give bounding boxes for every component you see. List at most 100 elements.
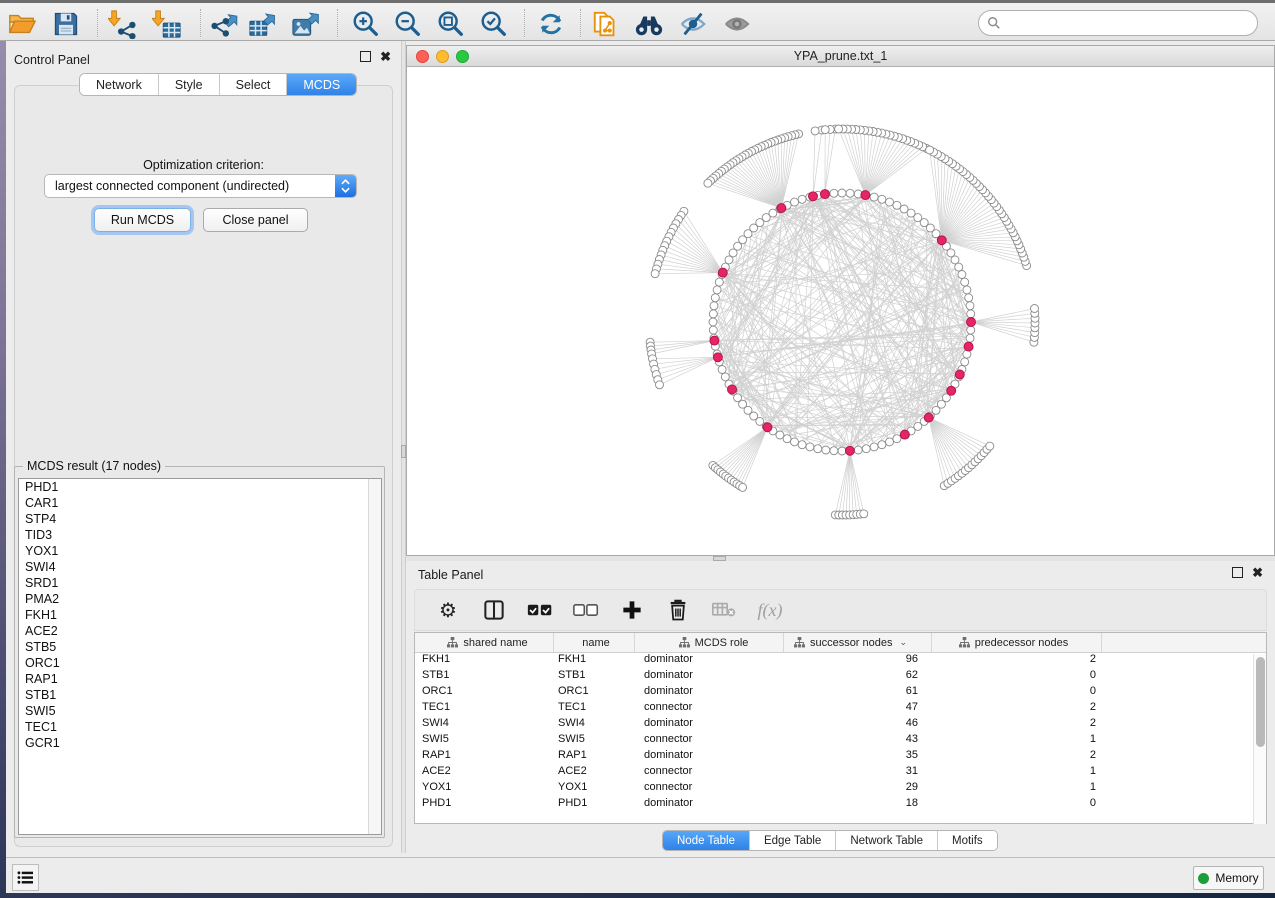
- column-header-mcds-role[interactable]: MCDS role: [635, 633, 784, 652]
- mcds-result-item[interactable]: SWI4: [19, 559, 381, 575]
- mcds-result-item[interactable]: SWI5: [19, 703, 381, 719]
- tab-node-table[interactable]: Node Table: [663, 831, 750, 850]
- column-settings-icon[interactable]: ⚙: [435, 597, 461, 623]
- add-column-icon[interactable]: [619, 597, 645, 623]
- status-bar: Memory: [6, 857, 1275, 893]
- table-row[interactable]: SWI5SWI5connector431: [415, 733, 1266, 749]
- import-table-icon[interactable]: [150, 7, 184, 40]
- table-cell: 29: [784, 781, 932, 797]
- zoom-out-icon[interactable]: [391, 7, 425, 40]
- mcds-result-item[interactable]: ORC1: [19, 655, 381, 671]
- mcds-result-item[interactable]: FKH1: [19, 607, 381, 623]
- duplicate-network-icon[interactable]: [589, 7, 623, 40]
- deselect-all-checkboxes-icon[interactable]: [573, 597, 599, 623]
- tab-network-table[interactable]: Network Table: [836, 831, 938, 850]
- hide-selected-icon[interactable]: [676, 7, 710, 40]
- desktop: Control Panel ✖ Network Style Select MCD…: [0, 0, 1275, 898]
- float-panel-icon[interactable]: [360, 51, 371, 62]
- zoom-fit-icon[interactable]: [434, 7, 468, 40]
- open-file-icon[interactable]: [5, 7, 39, 40]
- table-row[interactable]: TEC1TEC1connector472: [415, 701, 1266, 717]
- mcds-result-item[interactable]: STB5: [19, 639, 381, 655]
- table-cell: 1: [932, 765, 1102, 781]
- mcds-result-item[interactable]: GCR1: [19, 735, 381, 751]
- table-row[interactable]: STB1STB1dominator620: [415, 669, 1266, 685]
- export-table-icon[interactable]: [246, 7, 280, 40]
- tab-motifs[interactable]: Motifs: [938, 831, 997, 850]
- mcds-result-item[interactable]: ACE2: [19, 623, 381, 639]
- search-field[interactable]: [978, 10, 1258, 36]
- table-cell: [1102, 781, 1266, 797]
- tab-edge-table[interactable]: Edge Table: [750, 831, 836, 850]
- run-mcds-button[interactable]: Run MCDS: [94, 208, 191, 232]
- table-cell: 0: [932, 669, 1102, 685]
- search-input[interactable]: [1006, 16, 1257, 30]
- tab-mcds[interactable]: MCDS: [287, 74, 356, 95]
- close-table-panel-icon[interactable]: ✖: [1252, 567, 1263, 578]
- table-row[interactable]: PHD1PHD1dominator180: [415, 797, 1266, 813]
- delete-table-icon: [711, 597, 737, 623]
- mcds-result-item[interactable]: YOX1: [19, 543, 381, 559]
- memory-button[interactable]: Memory: [1193, 866, 1264, 890]
- close-panel-icon[interactable]: ✖: [380, 51, 391, 62]
- mcds-list-scrollbar[interactable]: [368, 479, 381, 834]
- table-row[interactable]: ORC1ORC1dominator610: [415, 685, 1266, 701]
- table-cell: 2: [932, 749, 1102, 765]
- apply-layout-icon[interactable]: [534, 7, 568, 40]
- table-row[interactable]: YOX1YOX1connector291: [415, 781, 1266, 797]
- network-canvas[interactable]: [407, 67, 1274, 555]
- show-log-console-button[interactable]: [12, 864, 39, 891]
- export-network-icon[interactable]: [206, 7, 240, 40]
- import-network-icon[interactable]: [106, 7, 140, 40]
- mcds-result-item[interactable]: RAP1: [19, 671, 381, 687]
- table-cell: [1102, 733, 1266, 749]
- network-view-window: YPA_prune.txt_1: [406, 45, 1275, 556]
- table-cell: RAP1: [415, 749, 554, 765]
- mcds-result-item[interactable]: TID3: [19, 527, 381, 543]
- table-cell: FKH1: [415, 653, 554, 669]
- column-header-successor-nodes[interactable]: successor nodes⌄: [784, 633, 932, 652]
- table-cell: dominator: [635, 717, 784, 733]
- export-image-icon[interactable]: [289, 7, 323, 40]
- mcds-result-item[interactable]: CAR1: [19, 495, 381, 511]
- mcds-result-item[interactable]: PMA2: [19, 591, 381, 607]
- column-header-predecessor-nodes[interactable]: predecessor nodes: [932, 633, 1102, 652]
- table-row[interactable]: FKH1FKH1dominator962: [415, 653, 1266, 669]
- table-row[interactable]: SWI4SWI4dominator462: [415, 717, 1266, 733]
- zoom-selected-icon[interactable]: [477, 7, 511, 40]
- delete-columns-icon[interactable]: [665, 597, 691, 623]
- mcds-result-item[interactable]: PHD1: [19, 479, 381, 495]
- mcds-result-item[interactable]: SRD1: [19, 575, 381, 591]
- table-scrollbar[interactable]: [1253, 654, 1266, 824]
- table-row[interactable]: RAP1RAP1dominator352: [415, 749, 1266, 765]
- tab-network[interactable]: Network: [80, 74, 159, 95]
- show-columns-icon[interactable]: [481, 597, 507, 623]
- optimization-criterion-select[interactable]: largest connected component (undirected): [44, 174, 357, 198]
- network-window-titlebar[interactable]: YPA_prune.txt_1: [407, 46, 1274, 67]
- table-scrollbar-thumb[interactable]: [1256, 657, 1265, 747]
- tab-select[interactable]: Select: [220, 74, 288, 95]
- table-cell: ACE2: [415, 765, 554, 781]
- column-header-shared-name[interactable]: shared name: [415, 633, 554, 652]
- table-cell: 96: [784, 653, 932, 669]
- select-stepper-icon: [335, 175, 356, 197]
- table-cell: 1: [932, 733, 1102, 749]
- mcds-result-item[interactable]: STP4: [19, 511, 381, 527]
- table-cell: YOX1: [415, 781, 554, 797]
- show-all-icon[interactable]: [720, 7, 754, 40]
- column-header-name[interactable]: name: [554, 633, 635, 652]
- table-row[interactable]: ACE2ACE2connector311: [415, 765, 1266, 781]
- zoom-in-icon[interactable]: [349, 7, 383, 40]
- close-panel-button[interactable]: Close panel: [203, 208, 308, 232]
- tab-style[interactable]: Style: [159, 74, 220, 95]
- float-table-panel-icon[interactable]: [1232, 567, 1243, 578]
- mcds-result-item[interactable]: TEC1: [19, 719, 381, 735]
- save-session-icon[interactable]: [49, 7, 83, 40]
- table-header-row: shared name name MCDS role successor nod…: [415, 633, 1266, 653]
- mcds-result-list[interactable]: PHD1CAR1STP4TID3YOX1SWI4SRD1PMA2FKH1ACE2…: [18, 478, 382, 835]
- first-neighbors-icon[interactable]: [632, 7, 666, 40]
- mcds-result-item[interactable]: STB1: [19, 687, 381, 703]
- select-all-checkboxes-icon[interactable]: [527, 597, 553, 623]
- control-panel-title: Control Panel: [14, 53, 90, 67]
- network-graph[interactable]: [407, 67, 1274, 555]
